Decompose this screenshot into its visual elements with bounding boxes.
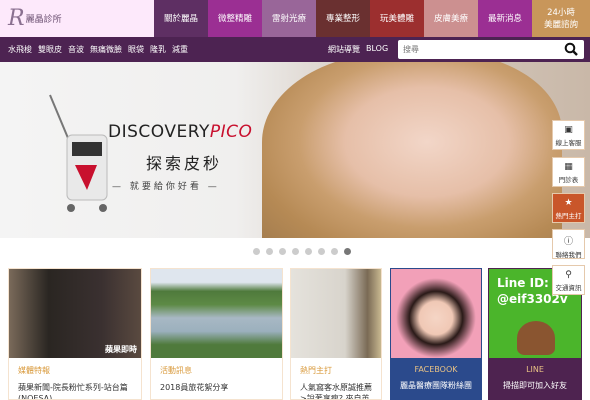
card-image	[391, 269, 481, 358]
card-category: 熱門主打	[300, 366, 332, 375]
nav-item[interactable]: 關於麗晶	[154, 0, 208, 37]
header: R 麗晶診所 關於麗晶 微整精雕 雷射光療 專業整形 玩美體雕 皮膚美療 最新消息 24小時 美…	[0, 0, 590, 37]
subnav-item[interactable]: 眼袋	[128, 44, 144, 55]
map-pin-icon: ⚲	[565, 270, 572, 280]
card-category: FACEBOOK	[414, 365, 458, 374]
card-image	[151, 269, 282, 358]
nav-item[interactable]: 專業整形	[316, 0, 370, 37]
sitemap-link[interactable]: 網站導覽	[328, 44, 360, 55]
carousel-dot[interactable]	[292, 248, 299, 255]
facebook-card[interactable]: FACEBOOK 麗晶醫療團隊粉絲團	[390, 268, 482, 400]
logo[interactable]: R 麗晶診所	[0, 0, 154, 37]
side-button[interactable]: ★ 熱門主打	[552, 193, 585, 223]
search-input[interactable]: 搜尋	[398, 40, 584, 59]
hero-banner[interactable]: DISCOVERYPICO 探索皮秒 — 就要給你好看 —	[0, 62, 590, 238]
calendar-icon: ▦	[564, 162, 573, 172]
card-image	[291, 269, 381, 358]
news-card[interactable]: 蘋果即時 媒體特報 蘋果新聞-院長粉忙系列-站台篇(NOESA)	[8, 268, 142, 400]
carousel-dot[interactable]	[344, 248, 351, 255]
card-category: 媒體特報	[18, 366, 50, 375]
logo-text: 麗晶診所	[25, 15, 62, 25]
subnav-item[interactable]: 水飛梭	[8, 44, 32, 55]
subnav-item[interactable]: 無痛微臉	[90, 44, 122, 55]
nav-item[interactable]: 玩美體雕	[370, 0, 424, 37]
side-button-label: 交通資訊	[555, 284, 582, 292]
carousel-dot[interactable]	[266, 248, 273, 255]
side-button-label: 聯絡我們	[555, 251, 582, 259]
nav-item[interactable]: 皮膚美療	[424, 0, 478, 37]
nav-item[interactable]: 24小時 美麗諮詢	[532, 0, 590, 37]
logo-mark: R	[8, 6, 25, 31]
blog-link[interactable]: BLOG	[366, 44, 388, 55]
line-bear-image	[517, 321, 555, 355]
carousel-dot[interactable]	[279, 248, 286, 255]
side-button[interactable]: ⓘ 聯絡我們	[552, 229, 585, 259]
contact-icon: ▣	[564, 125, 573, 135]
main-nav: 關於麗晶 微整精雕 雷射光療 專業整形 玩美體雕 皮膚美療 最新消息 24小時 美麗諮詢	[154, 0, 590, 37]
card-title: 掃描即可加入好友	[503, 381, 567, 390]
side-button-label: 熱門主打	[555, 212, 582, 220]
subnav-item[interactable]: 雙眼皮	[38, 44, 62, 55]
news-card[interactable]: 活動訊息 2018員旅花絮分享	[150, 268, 283, 400]
card-title: 人氣窩客水原誠推薦 >說著享瘦? 來自英	[300, 383, 372, 400]
side-button-label: 門診表	[558, 176, 579, 184]
nav-item[interactable]: 最新消息	[478, 0, 532, 37]
card-category: LINE	[526, 365, 544, 374]
side-button-label: 線上客服	[555, 139, 582, 147]
hero-tagline: — 就要給你好看 —	[112, 182, 220, 192]
model-photo	[262, 62, 562, 238]
laser-machine-image	[49, 94, 108, 212]
card-image: 蘋果即時	[9, 269, 141, 358]
card-title: 麗晶醫療團隊粉絲團	[400, 381, 472, 390]
nav-item[interactable]: 雷射光療	[262, 0, 316, 37]
hero-headline: 探索皮秒	[146, 154, 223, 173]
search-icon[interactable]	[564, 42, 578, 56]
side-button[interactable]: ▦ 門診表	[552, 157, 585, 187]
side-button[interactable]: ▣ 線上客服	[552, 120, 585, 150]
card-title: 2018員旅花絮分享	[160, 383, 229, 392]
hero-brand: DISCOVERYPICO	[108, 122, 253, 142]
card-category: 活動訊息	[160, 366, 192, 375]
carousel-dot[interactable]	[318, 248, 325, 255]
card-title: 蘋果新聞-院長粉忙系列-站台篇(NOESA)	[18, 383, 128, 400]
carousel-dot[interactable]	[253, 248, 260, 255]
news-card[interactable]: 熱門主打 人氣窩客水原誠推薦 >說著享瘦? 來自英	[290, 268, 382, 400]
carousel-dot[interactable]	[305, 248, 312, 255]
carousel-dots	[0, 248, 590, 255]
nav-item[interactable]: 微整精雕	[208, 0, 262, 37]
sub-nav-bar: 水飛梭 雙眼皮 音波 無痛微臉 眼袋 隆乳 減重 網站導覽 BLOG 搜尋	[0, 37, 590, 62]
info-icon: ⓘ	[563, 237, 573, 247]
subnav-item[interactable]: 音波	[68, 44, 84, 55]
carousel-dot[interactable]	[331, 248, 338, 255]
star-icon: ★	[564, 198, 573, 208]
subnav-item[interactable]: 減重	[172, 44, 188, 55]
search-placeholder: 搜尋	[403, 45, 419, 54]
subnav-item[interactable]: 隆乳	[150, 44, 166, 55]
side-button[interactable]: ⚲ 交通資訊	[552, 265, 585, 295]
